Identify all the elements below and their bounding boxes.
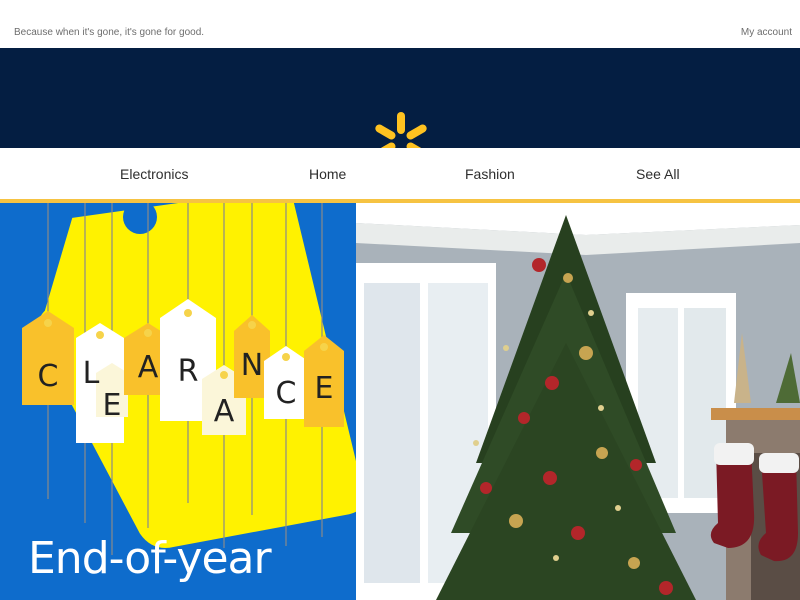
brand-header (0, 48, 800, 170)
tagline: Because when it's gone, it's gone for go… (14, 27, 205, 38)
letter-l: L (83, 356, 100, 391)
letter-a2: A (214, 394, 235, 429)
letter-a: A (138, 350, 159, 385)
christmas-tree-photo[interactable] (356, 203, 800, 600)
letter-e: E (103, 388, 122, 423)
category-nav: Electronics Home Fashion See All (0, 148, 800, 200)
letter-c2: C (276, 376, 297, 411)
letter-c: C (38, 359, 59, 394)
top-utility-bar: Because when it's gone, it's gone for go… (0, 0, 800, 48)
living-room-scene (356, 203, 800, 600)
my-account-link[interactable]: My account (741, 27, 792, 38)
nav-fashion[interactable]: Fashion (465, 166, 515, 182)
hero-banner[interactable]: C L E A R A N C E End-of-year (0, 203, 800, 600)
nav-electronics[interactable]: Electronics (120, 166, 188, 182)
letter-r: R (178, 354, 199, 389)
letter-n: N (241, 348, 263, 383)
nav-home[interactable]: Home (309, 166, 346, 182)
letter-e2: E (315, 371, 334, 406)
clearance-promo[interactable]: C L E A R A N C E End-of-year (0, 203, 356, 600)
nav-see-all[interactable]: See All (636, 166, 680, 182)
promo-title: End-of-year (28, 533, 272, 584)
